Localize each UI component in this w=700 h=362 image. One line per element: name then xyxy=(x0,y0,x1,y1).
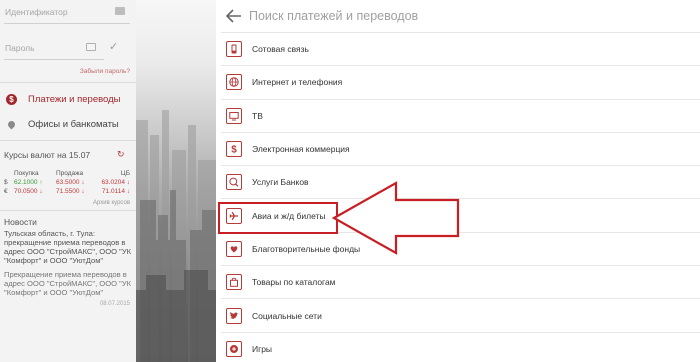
news-date: 08.07.2015 xyxy=(99,301,130,307)
highlight-box xyxy=(218,202,338,234)
divider xyxy=(0,140,136,141)
arrow-down-icon: ↓ xyxy=(81,188,85,195)
dollar-icon: $ xyxy=(6,93,17,105)
nav-item-label: Офисы и банкоматы xyxy=(28,118,119,130)
arrow-down-icon: ↓ xyxy=(81,179,85,186)
search-bar xyxy=(216,0,700,32)
rate-buy: 62.1000 ↑ xyxy=(14,179,43,186)
virtual-keyboard-icon[interactable] xyxy=(86,43,96,51)
category-label: Сотовая связь xyxy=(252,44,309,55)
svg-text:$: $ xyxy=(231,145,237,154)
category-label: Интернет и телефония xyxy=(252,77,343,88)
category-label: Электронная коммерция xyxy=(252,144,350,155)
city-skyline-graphic xyxy=(136,110,216,362)
login-submit-check-icon[interactable]: ✓ xyxy=(109,42,118,53)
globe-icon xyxy=(226,74,242,91)
refresh-icon[interactable]: ↻ xyxy=(117,149,125,160)
rates-table: Покупка Продажа ЦБ $ 62.1000 ↑ 63.5000 ↓… xyxy=(4,169,130,196)
divider xyxy=(0,82,136,83)
back-arrow-icon[interactable] xyxy=(225,7,243,25)
category-item-games[interactable]: Игры xyxy=(221,331,700,362)
mobile-phone-icon xyxy=(226,41,242,58)
category-item-mobile[interactable]: Сотовая связь xyxy=(221,32,700,65)
arrow-down-icon: ↓ xyxy=(39,188,43,195)
sidebar: ✓ Забыли пароль? $ Платежи и переводы Оф… xyxy=(0,0,136,362)
rates-row-usd: $ 62.1000 ↑ 63.5000 ↓ 63.0204 ↓ xyxy=(4,178,130,187)
category-item-social[interactable]: Социальные сети xyxy=(221,298,700,331)
category-label: Услуги Банков xyxy=(252,177,309,188)
dollar-icon: $ xyxy=(226,141,242,158)
twitter-bird-icon xyxy=(226,307,242,324)
currency-symbol: $ xyxy=(4,179,8,186)
rates-row-eur: € 70.0500 ↓ 71.5500 ↓ 71.0114 ↓ xyxy=(4,187,130,196)
category-item-ecommerce[interactable]: $ Электронная коммерция xyxy=(221,131,700,165)
search-input[interactable] xyxy=(249,6,669,26)
gamepad-icon xyxy=(226,340,242,357)
rates-header-sell: Продажа xyxy=(56,170,84,177)
login-field[interactable] xyxy=(4,0,130,24)
rates-title: Курсы валют на 15.07 xyxy=(4,150,91,160)
password-field[interactable] xyxy=(4,36,104,60)
nav-item-payments[interactable]: $ Платежи и переводы xyxy=(0,87,136,111)
rates-header-buy: Покупка xyxy=(14,170,39,177)
arrow-up-icon: ↑ xyxy=(39,179,43,186)
category-item-catalog[interactable]: Товары по каталогам xyxy=(221,265,700,298)
shopping-bag-icon xyxy=(226,274,242,291)
rates-archive-link[interactable]: Архив курсов xyxy=(93,200,130,206)
arrow-down-icon: ↓ xyxy=(126,188,130,195)
rates-header-row: Покупка Продажа ЦБ xyxy=(4,169,130,178)
rate-buy: 70.0500 ↓ xyxy=(14,188,43,195)
nav-item-label: Платежи и переводы xyxy=(28,93,121,105)
news-title: Новости xyxy=(4,217,37,227)
rate-sell: 63.5000 ↓ xyxy=(56,179,85,186)
rates-header-cb: ЦБ xyxy=(120,170,130,177)
divider xyxy=(0,210,136,211)
heart-hands-icon xyxy=(226,240,242,257)
keyboard-icon[interactable] xyxy=(115,7,125,15)
city-background-image xyxy=(136,0,216,362)
nav-item-offices[interactable]: Офисы и банкоматы xyxy=(0,112,136,136)
news-item[interactable]: Тульская область, г. Тула: прекращение п… xyxy=(4,229,132,265)
news-item[interactable]: Прекращение приема переводов в адрес ООО… xyxy=(4,270,132,297)
login-input[interactable] xyxy=(4,0,130,23)
category-item-internet[interactable]: Интернет и телефония xyxy=(221,65,700,98)
map-pin-icon xyxy=(6,119,17,130)
category-label: Игры xyxy=(252,343,273,354)
rate-cb: 71.0114 ↓ xyxy=(101,188,130,195)
category-item-tv[interactable]: ТВ xyxy=(221,98,700,132)
annotation-arrow-icon xyxy=(331,181,460,255)
currency-symbol: € xyxy=(4,188,8,195)
category-label: Товары по каталогам xyxy=(252,277,336,288)
category-label: Социальные сети xyxy=(252,310,322,321)
rate-sell: 71.5500 ↓ xyxy=(56,188,85,195)
tv-icon xyxy=(226,107,242,124)
arrow-down-icon: ↓ xyxy=(126,179,130,186)
forgot-password-link[interactable]: Забыли пароль? xyxy=(80,68,130,75)
rate-cb: 63.0204 ↓ xyxy=(101,179,130,186)
bank-icon xyxy=(226,174,242,191)
category-label: ТВ xyxy=(252,110,263,121)
